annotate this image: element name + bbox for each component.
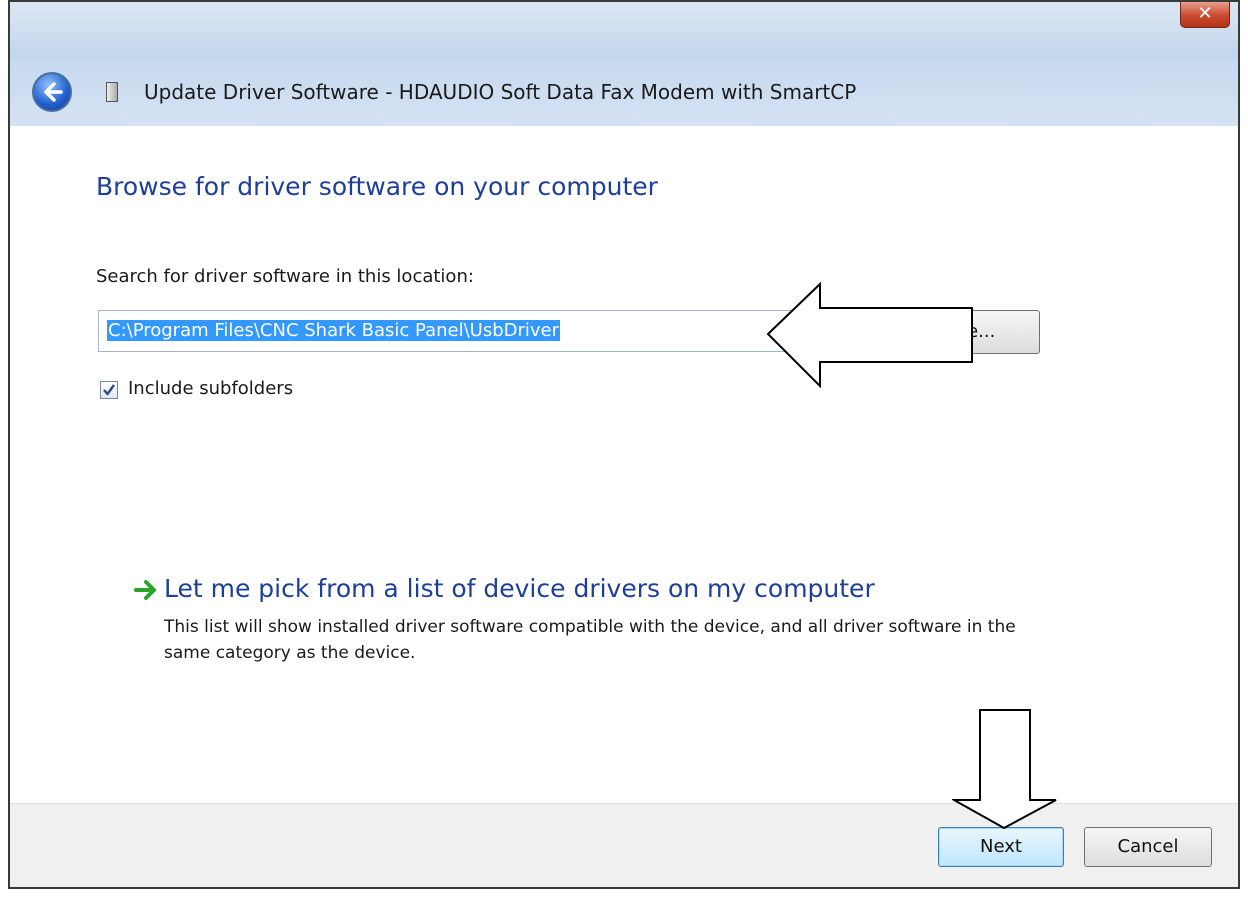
green-arrow-icon <box>134 580 156 600</box>
page-heading: Browse for driver software on your compu… <box>96 172 658 201</box>
device-icon <box>106 82 118 102</box>
cancel-button[interactable]: Cancel <box>1084 827 1212 867</box>
pick-from-list-link[interactable]: Let me pick from a list of device driver… <box>164 574 875 603</box>
close-button[interactable]: ✕ <box>1180 2 1230 28</box>
location-path-text: C:\Program Files\CNC Shark Basic Panel\U… <box>107 320 561 341</box>
checkmark-icon <box>103 384 115 396</box>
title-chrome: Update Driver Software - HDAUDIO Soft Da… <box>10 58 1238 126</box>
search-location-label: Search for driver software in this locat… <box>96 266 474 287</box>
window-frame: ✕ <box>10 2 1238 58</box>
back-arrow-icon <box>44 82 63 102</box>
include-subfolders-label[interactable]: Include subfolders <box>128 378 293 399</box>
include-subfolders-checkbox[interactable] <box>100 381 118 399</box>
next-button[interactable]: Next <box>938 827 1064 867</box>
browse-button[interactable]: Browse... <box>868 310 1040 354</box>
dialog-footer: Next Cancel <box>10 803 1238 887</box>
pick-from-list-description: This list will show installed driver sof… <box>164 617 1016 663</box>
window-title: Update Driver Software - HDAUDIO Soft Da… <box>144 80 857 104</box>
update-driver-dialog: ✕ Update Driver Software - HDAUDIO Soft … <box>8 0 1240 889</box>
back-button[interactable] <box>32 72 72 112</box>
location-path-input[interactable]: C:\Program Files\CNC Shark Basic Panel\U… <box>98 310 858 352</box>
content-area: Browse for driver software on your compu… <box>10 126 1238 809</box>
